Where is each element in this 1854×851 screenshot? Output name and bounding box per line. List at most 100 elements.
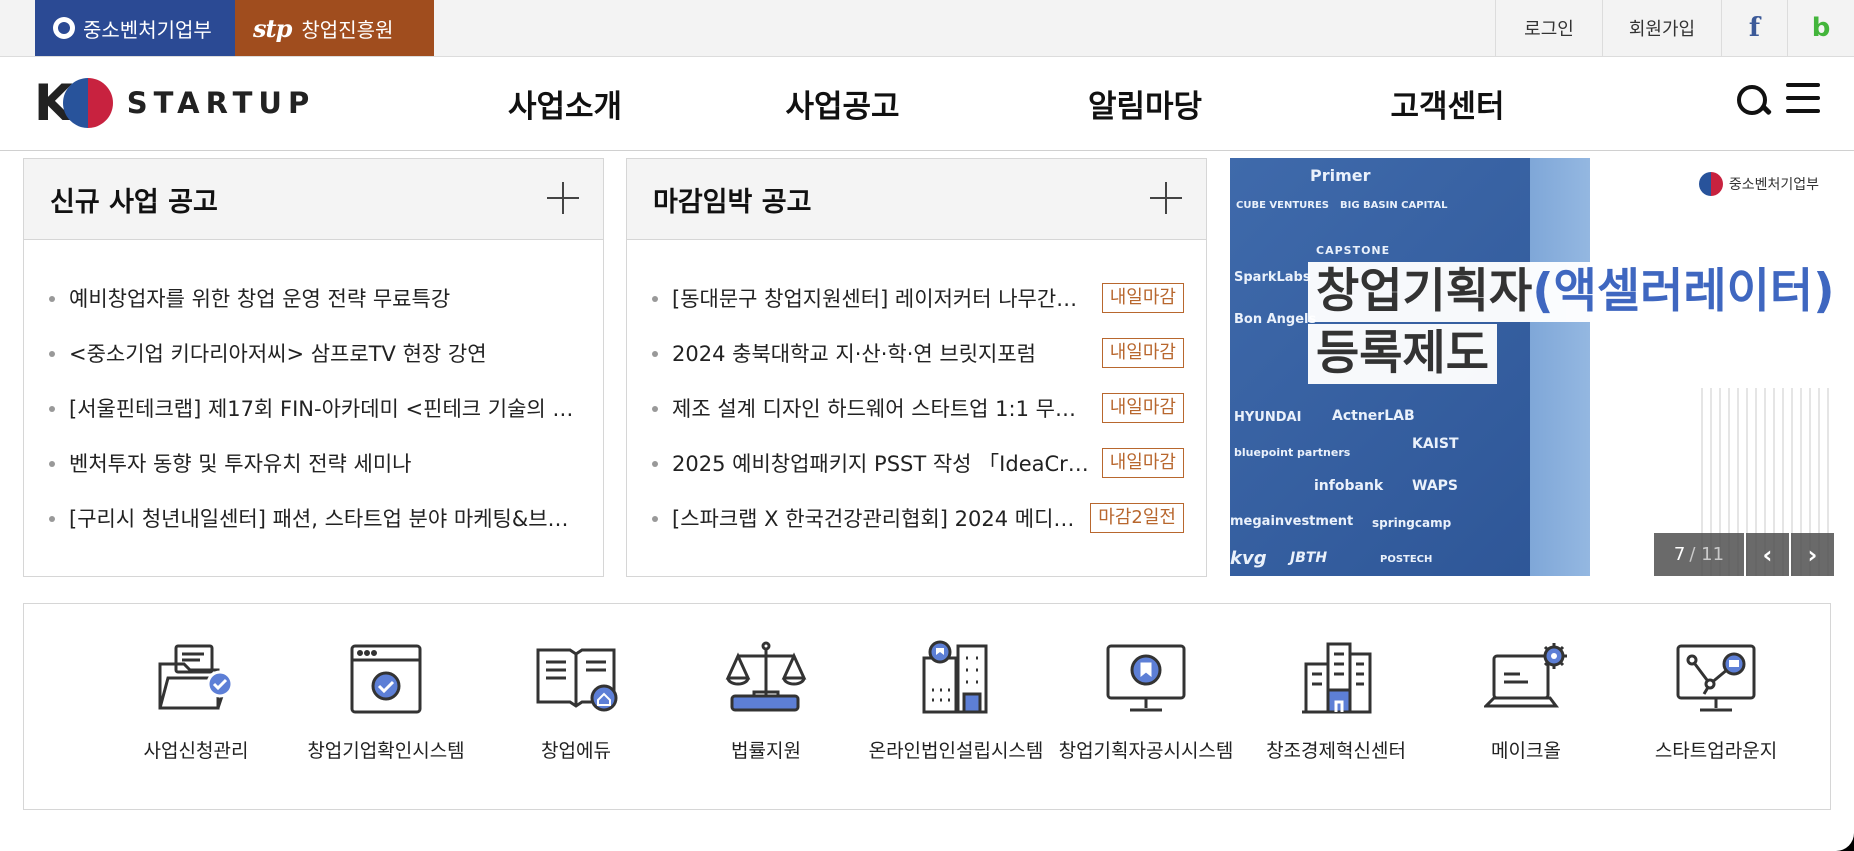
hamburger-menu-icon[interactable] — [1786, 83, 1820, 113]
total-slides: / 11 — [1689, 544, 1725, 565]
notice-title[interactable]: [스파크랩 X 한국건강관리협회] 2024 메디… — [672, 503, 1078, 533]
notice-title[interactable]: 예비창업자를 위한 창업 운영 전략 무료특강 — [69, 283, 581, 313]
nav-item-announcements[interactable]: 사업공고 — [685, 57, 1000, 150]
banner-org-label: 중소벤처기업부 — [1728, 177, 1819, 193]
partner-logo: ActnerLAB — [1332, 408, 1415, 424]
network-monitor-icon — [1676, 644, 1756, 712]
list-item[interactable]: 제조 설계 디자인 하드웨어 스타트업 1:1 무… 내일마감 — [627, 380, 1206, 435]
service-label: 창업기업확인시스템 — [307, 740, 465, 762]
panel-header: 신규 사업 공고 — [24, 159, 603, 240]
notice-title[interactable]: 2025 예비창업패키지 PSST 작성 「IdeaCr… — [672, 448, 1090, 478]
page: 중소벤처기업부 stp 창업진흥원 로그인 회원가입 f b K STARTUP… — [0, 0, 1854, 851]
deadline-badge: 내일마감 — [1101, 337, 1184, 368]
list-item[interactable]: 벤처투자 동향 및 투자유치 전략 세미나 — [24, 435, 603, 490]
deadline-badge: 마감2일전 — [1090, 502, 1184, 533]
blog-icon[interactable]: b — [1787, 0, 1854, 56]
list-item[interactable]: [구리시 청년내일센터] 패션, 스타트업 분야 마케팅&브… — [24, 490, 603, 545]
partner-logo: Bon Angels — [1234, 312, 1317, 327]
service-label: 사업신청관리 — [143, 740, 249, 762]
more-plus-icon[interactable] — [1150, 182, 1182, 214]
service-item[interactable]: 창조경제혁신센터 — [1241, 604, 1431, 809]
notice-title[interactable]: [서울핀테크랩] 제17회 FIN-아카데미 <핀테크 기술의 … — [69, 393, 581, 423]
panel-title: 신규 사업 공고 — [50, 186, 218, 218]
utility-links: 로그인 회원가입 f b — [1495, 0, 1854, 56]
government-emblem-icon — [53, 17, 75, 39]
notice-title[interactable]: 벤처투자 동향 및 투자유치 전략 세미나 — [69, 448, 581, 478]
stp-logo: stp — [253, 13, 292, 43]
partner-logo: bluepoint partners — [1234, 446, 1351, 459]
notice-title[interactable]: 제조 설계 디자인 하드웨어 스타트업 1:1 무… — [672, 393, 1090, 423]
deadline-badge: 내일마감 — [1101, 447, 1184, 478]
main-header: K STARTUP 사업소개 사업공고 알림마당 고객센터 — [0, 57, 1854, 151]
prev-slide-icon[interactable]: ‹ — [1746, 533, 1789, 576]
list-item[interactable]: [스파크랩 X 한국건강관리협회] 2024 메디… 마감2일전 — [627, 490, 1206, 545]
mss-site-link[interactable]: 중소벤처기업부 — [35, 0, 235, 56]
mss-label: 중소벤처기업부 — [83, 17, 212, 42]
partner-logo: POSTECH — [1380, 554, 1433, 565]
partner-logo: KAIST — [1412, 436, 1459, 452]
more-plus-icon[interactable] — [547, 182, 579, 214]
partner-logo: JBTH — [1290, 550, 1328, 566]
service-item[interactable]: 법률지원 — [671, 604, 861, 809]
service-item[interactable]: 메이크올 — [1431, 604, 1621, 809]
next-slide-icon[interactable]: › — [1791, 533, 1834, 576]
service-label: 법률지원 — [731, 740, 801, 762]
partner-logo: springcamp — [1372, 516, 1452, 530]
search-icon[interactable] — [1733, 81, 1773, 121]
logo-text: STARTUP — [126, 86, 316, 120]
join-link[interactable]: 회원가입 — [1602, 0, 1721, 56]
banner-pager: 7 / 11 ‹ › — [1654, 533, 1834, 576]
utility-bar: 중소벤처기업부 stp 창업진흥원 로그인 회원가입 f b — [0, 0, 1854, 57]
partner-logo: WAPS — [1412, 478, 1458, 494]
buildings-icon — [922, 640, 988, 714]
service-item[interactable]: 사업신청관리 — [101, 604, 291, 809]
list-item[interactable]: 2025 예비창업패키지 PSST 작성 「IdeaCr… 내일마감 — [627, 435, 1206, 490]
service-item[interactable]: 창업기획자공시시스템 — [1051, 604, 1241, 809]
facebook-icon[interactable]: f — [1721, 0, 1787, 56]
notice-title[interactable]: <중소기업 키다리아저씨> 삼프로TV 현장 강연 — [69, 338, 581, 368]
list-item[interactable]: [서울핀테크랩] 제17회 FIN-아카데미 <핀테크 기술의 … — [24, 380, 603, 435]
partner-logo: megainvestment — [1230, 514, 1354, 529]
main-nav: 사업소개 사업공고 알림마당 고객센터 — [445, 57, 1605, 150]
deadline-badge: 내일마감 — [1101, 392, 1184, 423]
list-item[interactable]: <중소기업 키다리아저씨> 삼프로TV 현장 강연 — [24, 325, 603, 380]
nav-item-customer-center[interactable]: 고객센터 — [1290, 57, 1605, 150]
panel-title: 마감임박 공고 — [653, 186, 812, 218]
service-label: 온라인법인설립시스템 — [868, 740, 1044, 762]
banner-org: 중소벤처기업부 — [1698, 172, 1819, 196]
nav-item-notice-board[interactable]: 알림마당 — [1000, 57, 1290, 150]
notice-title[interactable]: [동대문구 창업지원센터] 레이저커터 나무간… — [672, 283, 1090, 313]
logo-taegeuk-icon — [62, 78, 113, 128]
scales-icon — [725, 641, 807, 712]
partner-logo: CAPSTONE — [1316, 244, 1391, 257]
list-item[interactable]: [동대문구 창업지원센터] 레이저커터 나무간… 내일마감 — [627, 270, 1206, 325]
laptop-gear-icon — [1484, 643, 1567, 708]
kised-site-link[interactable]: stp 창업진흥원 — [235, 0, 434, 56]
kised-label: 창업진흥원 — [301, 17, 394, 42]
service-item[interactable]: 창업에듀 — [481, 604, 671, 809]
current-slide: 7 — [1673, 544, 1686, 565]
partner-logo: infobank — [1314, 478, 1384, 494]
promo-banner[interactable]: Primer CUBE VENTURES BIG BASIN CAPITAL C… — [1230, 158, 1831, 576]
notice-title[interactable]: 2024 충북대학교 지·산·학·연 브릿지포럼 — [672, 338, 1090, 368]
service-item[interactable]: 창업기업확인시스템 — [291, 604, 481, 809]
service-item[interactable]: 온라인법인설립시스템 — [861, 604, 1051, 809]
service-item[interactable]: 스타트업라운지 — [1621, 604, 1811, 809]
partner-logo: kvg — [1230, 548, 1267, 569]
deadline-badge: 내일마감 — [1101, 282, 1184, 313]
list-item[interactable]: 예비창업자를 위한 창업 운영 전략 무료특강 — [24, 270, 603, 325]
list-item[interactable]: 2024 충북대학교 지·산·학·연 브릿지포럼 내일마감 — [627, 325, 1206, 380]
browser-check-icon — [350, 644, 422, 714]
notice-title[interactable]: [구리시 청년내일센터] 패션, 스타트업 분야 마케팅&브… — [69, 503, 581, 533]
skyscraper-icon — [1302, 642, 1372, 714]
nav-item-business-intro[interactable]: 사업소개 — [445, 57, 685, 150]
k-startup-logo[interactable]: K STARTUP — [34, 74, 316, 132]
partner-logo: HYUNDAI — [1234, 410, 1302, 425]
banner-right-area — [1590, 158, 1831, 576]
partner-logo: SparkLabs — [1234, 270, 1311, 285]
banner-title-line2: 등록제도 — [1308, 324, 1497, 384]
government-emblem-icon — [1698, 172, 1723, 196]
login-link[interactable]: 로그인 — [1495, 0, 1602, 56]
slide-counter: 7 / 11 — [1654, 533, 1744, 576]
monitor-bookmark-icon — [1106, 644, 1186, 712]
